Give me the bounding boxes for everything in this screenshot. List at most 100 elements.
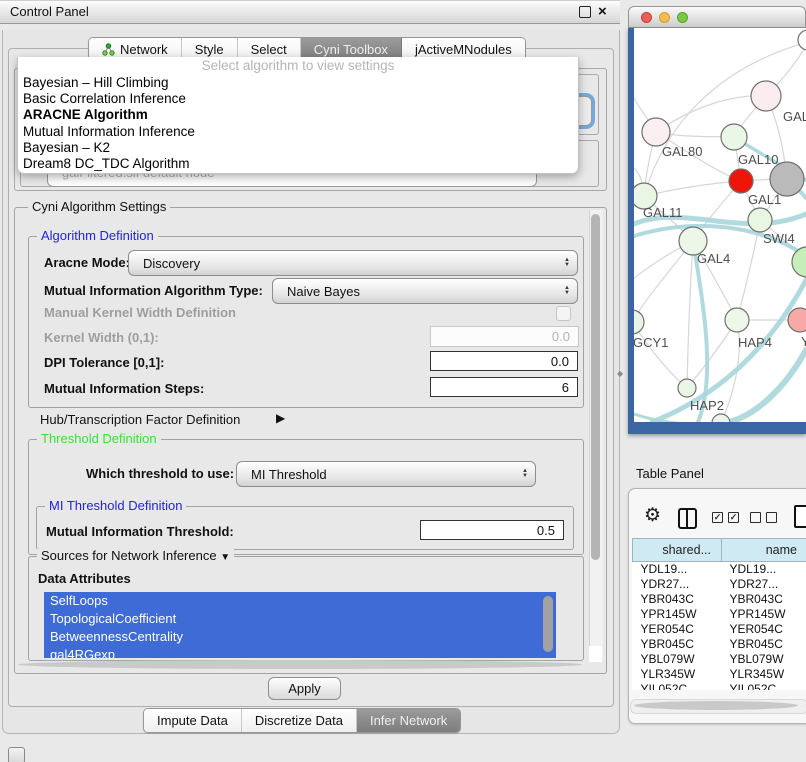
partial-top-node[interactable] — [798, 30, 806, 50]
export-table-icon[interactable] — [794, 505, 806, 528]
table-cell: YDL19... — [722, 562, 806, 578]
table-hscrollbar-thumb[interactable] — [634, 701, 798, 710]
node-label-swi4: SWI4 — [763, 231, 795, 246]
attributes-scrollbar-thumb[interactable] — [543, 596, 553, 652]
checked-box-icon: ✓ — [712, 512, 723, 523]
column-header-name[interactable]: name — [722, 539, 806, 562]
algorithm-option-aracne-algorithm[interactable]: ARACNE Algorithm — [18, 107, 578, 123]
which-threshold-label: Which threshold to use: — [86, 466, 234, 481]
hap2-node[interactable] — [678, 379, 696, 397]
table-cell: YBR043C — [633, 592, 722, 607]
aracne-mode-label: Aracne Mode: — [44, 255, 130, 270]
combo-stepper-icon: ▲▼ — [522, 469, 528, 479]
tab-discretize-data[interactable]: Discretize Data — [242, 709, 357, 732]
table-cell: YPR145W — [722, 607, 806, 622]
dpi-tolerance-field[interactable]: 0.0 — [430, 351, 578, 371]
pink-node[interactable] — [788, 308, 806, 332]
table-cell: YDR27... — [722, 577, 806, 592]
node-label-hap2: HAP2 — [690, 398, 724, 413]
settings-scrollbar-thumb[interactable] — [591, 214, 600, 560]
node-label-hap4: HAP4 — [738, 335, 772, 350]
table-cell: YPR145W — [633, 607, 722, 622]
gal1-node[interactable] — [748, 208, 772, 232]
manual-kernel-label: Manual Kernel Width Definition — [44, 305, 236, 320]
gal10-node[interactable] — [721, 124, 747, 150]
threshold-definition-title: Threshold Definition — [37, 432, 161, 446]
tab-infer-network[interactable]: Infer Network — [357, 709, 460, 732]
table-row[interactable]: YDL19...YDL19...13 — [633, 562, 806, 578]
table-cell: YBR045C — [633, 637, 722, 652]
collapse-arrow-icon[interactable]: ▼ — [220, 552, 230, 563]
table-cell: YLR345W — [722, 667, 806, 682]
column-header-shared[interactable]: shared... — [633, 539, 722, 562]
algorithm-option-bayesian-hill-climbing[interactable]: Bayesian – Hill Climbing — [18, 75, 578, 91]
table-row[interactable]: YBL079WYBL079W — [633, 652, 806, 667]
table-cell: YIL052C — [722, 682, 806, 690]
deselect-all-checks-icon[interactable] — [750, 512, 777, 523]
gal80-node[interactable] — [642, 118, 670, 146]
algorithm-option-basic-correlation-inference[interactable]: Basic Correlation Inference — [18, 91, 578, 107]
close-icon[interactable]: × — [598, 5, 607, 19]
mac-zoom-icon[interactable] — [677, 12, 688, 23]
network-canvas[interactable]: GAL7GAL80GAL10GAL1SWI4GAL11GAL4GCY1HAP4Y… — [634, 28, 806, 422]
table-row[interactable]: YBR043CYBR043C — [633, 592, 806, 607]
algorithm-option-mutual-information-inference[interactable]: Mutual Information Inference — [18, 124, 578, 140]
attribute-item-gal4rgexp[interactable]: gal4RGexp — [44, 646, 556, 658]
mi-type-label: Mutual Information Algorithm Type: — [44, 283, 263, 298]
aracne-mode-combo[interactable]: Discovery ▲▼ — [128, 250, 578, 276]
table-row[interactable]: YDR27...YDR27...12 — [633, 577, 806, 592]
swi4-node[interactable] — [792, 247, 806, 277]
red-node[interactable] — [729, 169, 753, 193]
mac-minimize-icon[interactable] — [659, 12, 670, 23]
select-all-checks-icon[interactable]: ✓ ✓ — [712, 512, 739, 523]
which-threshold-combo[interactable]: MI Threshold ▲▼ — [236, 461, 536, 487]
apply-button[interactable]: Apply — [268, 677, 341, 700]
bottom-node[interactable] — [712, 414, 730, 422]
table-cell: YBL079W — [722, 652, 806, 667]
tab-label: Infer Network — [370, 713, 447, 728]
mi-type-combo[interactable]: Naive Bayes ▲▼ — [272, 278, 578, 304]
data-attributes-label: Data Attributes — [38, 571, 131, 586]
hap4-node[interactable] — [725, 308, 749, 332]
mac-close-icon[interactable] — [641, 12, 652, 23]
algorithm-option-bayesian-k2[interactable]: Bayesian – K2 — [18, 140, 578, 156]
mi-steps-field[interactable]: 6 — [430, 377, 578, 397]
float-window-icon[interactable] — [579, 6, 591, 18]
node-label-gal10: GAL10 — [738, 152, 778, 167]
table-panel-title: Table Panel — [636, 466, 704, 481]
node-table[interactable]: shared...nameYDL19...YDL19...13YDR27...Y… — [632, 538, 806, 690]
node-label-gal11: GAL11 — [643, 205, 683, 220]
network-edge — [634, 241, 693, 322]
screen: Control Panel × NetworkStyleSelectCyni T… — [0, 0, 806, 762]
splitter-handle[interactable]: ◆ — [617, 369, 623, 378]
gal7-node[interactable] — [751, 81, 781, 111]
kernel-width-field[interactable]: 0.0 — [430, 326, 579, 347]
table-row[interactable]: YBR045CYBR045C9. — [633, 637, 806, 652]
tab-impute-data[interactable]: Impute Data — [144, 709, 242, 732]
hub-expand-arrow-icon[interactable]: ▶ — [276, 411, 285, 425]
table-row[interactable]: YPR145WYPR145W9. — [633, 607, 806, 622]
attribute-item-selfloops[interactable]: SelfLoops — [44, 592, 556, 610]
gcy1-node[interactable] — [634, 310, 644, 334]
hub-definition-label[interactable]: Hub/Transcription Factor Definition — [40, 412, 240, 427]
manual-kernel-checkbox[interactable] — [556, 306, 571, 321]
mi-threshold-field[interactable]: 0.5 — [420, 520, 564, 540]
table-cell: YER054C — [633, 622, 722, 637]
table-cell: YBL079W — [633, 652, 722, 667]
tab-label: Cyni Toolbox — [314, 42, 388, 57]
mi-type-value: Naive Bayes — [273, 284, 564, 299]
table-row[interactable]: YLR345WYLR345W9. — [633, 667, 806, 682]
attribute-item-topologicalcoefficient[interactable]: TopologicalCoefficient — [44, 610, 556, 628]
collapsed-panel-icon[interactable] — [8, 747, 25, 762]
gray-node[interactable] — [770, 162, 804, 196]
algorithm-option-dream8-dc-tdc-algorithm[interactable]: Dream8 DC_TDC Algorithm — [18, 156, 578, 172]
cyni-algorithm-settings-title: Cyni Algorithm Settings — [28, 200, 170, 214]
table-row[interactable]: YIL052CYIL052C9. — [633, 682, 806, 690]
attribute-item-betweennesscentrality[interactable]: BetweennessCentrality — [44, 628, 556, 646]
network-edge — [644, 181, 741, 196]
table-row[interactable]: YER054CYER054C8. — [633, 622, 806, 637]
network-window-titlebar[interactable] — [628, 6, 806, 28]
column-view-icon[interactable] — [678, 508, 697, 529]
settings-hscrollbar-thumb[interactable] — [18, 660, 582, 669]
table-settings-gear-icon[interactable]: ⚙ — [644, 506, 661, 526]
